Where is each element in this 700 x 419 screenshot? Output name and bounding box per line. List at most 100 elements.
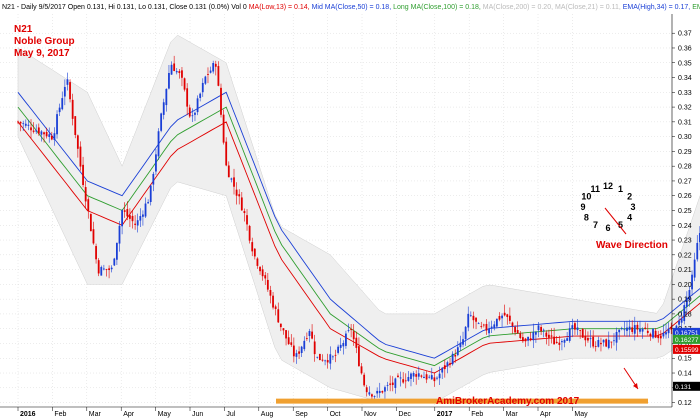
price-tick-label: 0.27: [678, 178, 692, 185]
candle-body: [425, 374, 428, 380]
wave-direction-label: Wave Direction: [596, 240, 668, 251]
candle-body: [53, 133, 56, 141]
candle-body: [394, 378, 397, 388]
candle-body: [459, 342, 462, 348]
candle-body: [201, 82, 204, 93]
candle-body: [115, 242, 118, 260]
candle-body: [371, 394, 373, 397]
candle-body: [428, 376, 431, 378]
candle-body: [355, 337, 358, 348]
candle-body: [493, 324, 496, 329]
candle-body: [157, 131, 160, 157]
header-part: EMA(High,34) = 0.17,: [623, 4, 692, 11]
price-tick-label: 0.36: [678, 45, 692, 52]
candle-body: [279, 323, 282, 328]
price-tick-label: 0.26: [678, 193, 692, 200]
price-tick-label: 0.34: [678, 75, 692, 82]
candle-body: [220, 87, 222, 115]
candle-body: [295, 353, 298, 357]
candle-body: [467, 313, 470, 328]
candle-body: [155, 154, 157, 172]
candle-body: [298, 351, 300, 354]
header-part: Mid MA(Close,50) = 0.18,: [312, 4, 394, 11]
candle-body: [194, 112, 196, 115]
candle-body: [420, 375, 423, 377]
candle-body: [142, 214, 144, 217]
candle-body: [259, 266, 261, 272]
candle-body: [168, 72, 170, 89]
price-tick-label: 0.30: [678, 134, 692, 141]
candle-body: [17, 121, 19, 123]
candle-body: [27, 124, 30, 126]
price-badge-label: 0.16277: [675, 337, 699, 344]
date-tick-label: Aug: [261, 411, 274, 418]
candle-body: [22, 123, 25, 125]
candle-body: [542, 329, 545, 331]
candle-body: [633, 325, 636, 334]
candle-body: [628, 326, 631, 330]
candle-body: [326, 360, 329, 363]
chart-window: 0.120.130.140.150.160.170.180.190.200.21…: [0, 0, 700, 419]
candle-body: [71, 99, 74, 119]
candle-body: [451, 353, 454, 365]
candle-body: [58, 107, 61, 113]
header-part: MA(Low,13) = 0.14,: [247, 4, 312, 11]
candle-body: [589, 338, 592, 340]
candle-body: [532, 332, 535, 341]
candle-body: [253, 248, 256, 257]
candle-body: [160, 113, 163, 131]
candle-body: [376, 390, 379, 394]
candle-body: [391, 382, 394, 386]
clock-number: 11: [591, 184, 601, 194]
candle-body: [92, 229, 95, 244]
price-tick-label: 0.20: [678, 282, 692, 289]
date-tick-label: Jul: [226, 411, 235, 418]
candle-body: [282, 328, 285, 331]
candle-body: [110, 267, 113, 270]
candle-body: [373, 396, 376, 397]
candle-body: [308, 330, 311, 336]
candle-body: [352, 331, 355, 340]
candle-body: [501, 315, 503, 319]
header-part: N21 - Daily 9/5/2017 Open 0.131, Hi 0.13…: [2, 4, 247, 11]
candle-body: [230, 178, 233, 180]
candle-body: [534, 332, 537, 335]
watermark: AmiBrokerAcademy.com 2017: [436, 396, 580, 407]
candle-body: [446, 362, 449, 367]
candle-body: [602, 339, 605, 343]
clock-number: 7: [593, 220, 598, 230]
candle-body: [477, 323, 480, 325]
candle-body: [243, 211, 246, 214]
candle-body: [84, 187, 87, 202]
candle-body: [178, 71, 181, 74]
candle-body: [95, 246, 97, 260]
candle-body: [678, 320, 680, 325]
candle-body: [495, 318, 498, 327]
candle-body: [558, 342, 561, 345]
candle-body: [456, 347, 459, 356]
candle-body: [386, 384, 389, 386]
candle-body: [545, 332, 548, 337]
candle-body: [443, 365, 446, 370]
candle-body: [576, 327, 579, 331]
candle-body: [626, 327, 628, 331]
candle-body: [43, 132, 45, 135]
candle-body: [199, 93, 202, 98]
candle-body: [649, 333, 652, 337]
candle-body: [410, 373, 412, 379]
candle-body: [503, 312, 506, 316]
candle-body: [248, 225, 251, 241]
candle-body: [553, 336, 556, 345]
price-tick-label: 0.15: [678, 356, 692, 363]
candle-body: [430, 375, 433, 380]
candle-body: [79, 146, 82, 167]
candle-body: [24, 123, 27, 126]
candle-body: [469, 315, 472, 317]
candle-body: [212, 63, 215, 72]
candle-body: [610, 341, 613, 343]
candle-body: [488, 328, 490, 334]
candle-body: [613, 340, 615, 342]
candle-body: [89, 214, 92, 232]
candle-body: [568, 328, 571, 341]
candle-body: [196, 98, 199, 113]
